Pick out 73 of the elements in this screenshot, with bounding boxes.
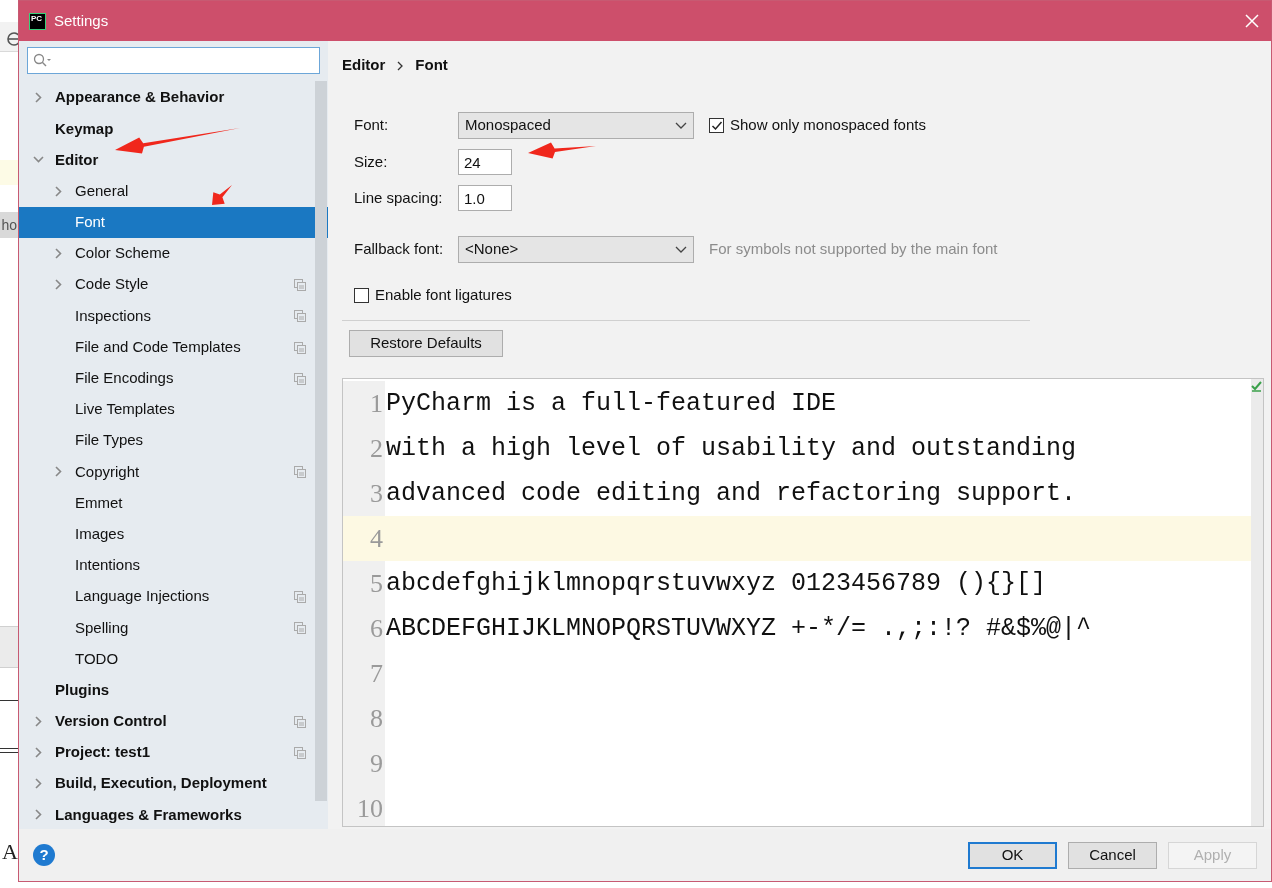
tab[interactable]: ho bbox=[0, 212, 18, 238]
tree-item[interactable]: General bbox=[19, 175, 328, 207]
field-label: Line spacing: bbox=[354, 187, 444, 208]
line-spacing-field[interactable]: 1.0 bbox=[458, 185, 512, 211]
tree-item[interactable]: Appearance & Behavior bbox=[19, 82, 328, 114]
line-number: 6 bbox=[370, 613, 383, 645]
tree-item[interactable]: Intentions bbox=[19, 549, 328, 581]
code-line: advanced code editing and refactoring support. bbox=[385, 477, 1077, 510]
field-label: Size: bbox=[354, 151, 389, 172]
check-icon bbox=[710, 120, 723, 131]
tree-item[interactable]: Spelling bbox=[19, 612, 328, 644]
tree-item[interactable]: Editor bbox=[19, 144, 328, 176]
checkbox[interactable]: Show only monospaced fonts bbox=[709, 114, 926, 137]
code-text: A bbox=[2, 838, 18, 866]
tree-item[interactable]: Keymap bbox=[19, 113, 328, 145]
line-number: 7 bbox=[370, 658, 383, 690]
code-line: ABCDEFGHIJKLMNOPQRSTUVWXYZ +-*/= .,;:!? #&$%@|^ bbox=[385, 612, 1092, 645]
annotation-arrow bbox=[528, 142, 596, 159]
field-label: Fallback font: bbox=[354, 239, 445, 260]
dialog-button[interactable]: OK bbox=[968, 841, 1057, 869]
tree-item[interactable]: Images bbox=[19, 518, 328, 550]
tree-item[interactable]: Project: test1 bbox=[19, 736, 328, 769]
code-line: with a high level of usability and outstanding bbox=[385, 432, 1077, 465]
dropdown[interactable]: <None> bbox=[458, 236, 694, 263]
tree-item[interactable]: Build, Execution, Deployment bbox=[19, 768, 328, 800]
code-line: abcdefghijklmnopqrstuvwxyz 0123456789 (){}[] bbox=[385, 567, 1047, 600]
tree-item[interactable]: Color Scheme bbox=[19, 237, 328, 270]
line-highlight bbox=[0, 160, 18, 185]
tree-item[interactable]: Version Control bbox=[19, 705, 328, 737]
app-logo: PC bbox=[29, 12, 46, 30]
breadcrumb-item[interactable]: Editor bbox=[342, 54, 386, 77]
line-number: 1 bbox=[370, 388, 383, 420]
tree-item[interactable]: Copyright bbox=[19, 456, 328, 488]
line-number: 2 bbox=[370, 433, 383, 465]
dashed-line bbox=[0, 700, 18, 701]
tree-item[interactable]: File and Code Templates bbox=[19, 331, 328, 363]
tree-item[interactable]: Emmet bbox=[19, 487, 328, 519]
hint-text: For symbols not supported by the main font bbox=[709, 239, 998, 260]
line-number: 9 bbox=[370, 748, 383, 780]
tree-item[interactable]: File Encodings bbox=[19, 362, 328, 394]
tree-item[interactable]: Live Templates bbox=[19, 393, 328, 426]
breadcrumb-item[interactable]: Font bbox=[415, 54, 448, 77]
tree-item[interactable]: Languages & Frameworks bbox=[19, 799, 328, 831]
search-field[interactable] bbox=[27, 47, 320, 74]
line-number: 4 bbox=[370, 523, 383, 555]
target-icon bbox=[7, 32, 18, 46]
tree-item[interactable]: Code Style bbox=[19, 269, 328, 301]
field-label: Font: bbox=[354, 115, 390, 136]
checkbox[interactable]: Enable font ligatures bbox=[354, 283, 512, 307]
line-number: 5 bbox=[370, 568, 383, 600]
scrollbar-thumb[interactable] bbox=[315, 81, 327, 801]
line-number: 3 bbox=[370, 478, 383, 510]
tree-item[interactable]: Language Injections bbox=[19, 581, 328, 613]
window-title: Settings bbox=[54, 10, 109, 31]
tree-item[interactable]: Plugins bbox=[19, 674, 328, 706]
tree-item[interactable]: File Types bbox=[19, 425, 328, 457]
dropdown[interactable]: Monospaced bbox=[458, 112, 694, 139]
help-button[interactable]: ? bbox=[33, 844, 55, 866]
size-field[interactable]: 24 bbox=[458, 149, 512, 175]
line-number: 8 bbox=[370, 703, 383, 735]
code-line: PyCharm is a full-featured IDE bbox=[385, 387, 837, 420]
check-icon bbox=[1251, 381, 1262, 393]
scrollbar-track[interactable] bbox=[1251, 379, 1263, 826]
search-icon bbox=[33, 53, 51, 67]
restore-defaults-button[interactable]: Restore Defaults bbox=[349, 330, 503, 357]
tree-item[interactable]: TODO bbox=[19, 643, 328, 675]
chevron-icon bbox=[397, 60, 404, 71]
tree-item[interactable]: Inspections bbox=[19, 300, 328, 332]
close-icon[interactable] bbox=[1245, 14, 1259, 28]
annotation-arrow bbox=[212, 185, 232, 205]
line-number: 10 bbox=[357, 793, 383, 825]
dialog-button[interactable]: Cancel bbox=[1068, 841, 1157, 869]
tree-item[interactable]: Font bbox=[19, 206, 328, 238]
